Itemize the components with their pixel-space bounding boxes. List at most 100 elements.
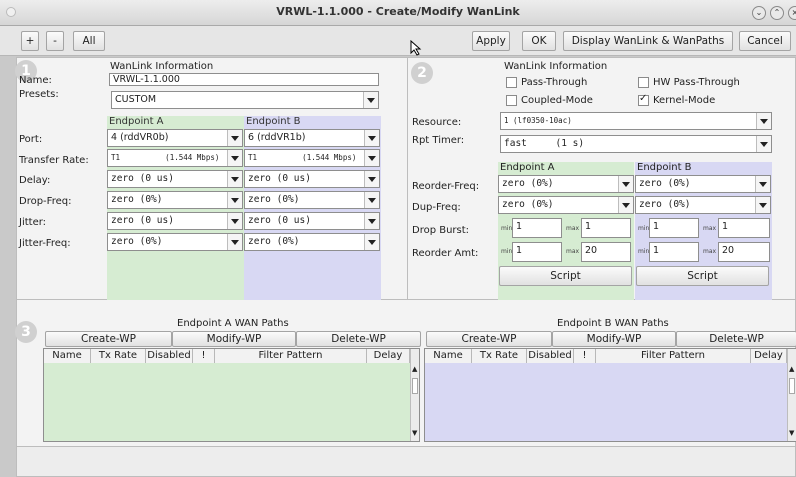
chevron-down-icon	[227, 213, 242, 229]
col-filter-pattern[interactable]: Filter Pattern	[596, 349, 751, 363]
maximize-icon[interactable]: ⌃	[770, 6, 784, 20]
col-disabled[interactable]: Disabled	[527, 349, 574, 363]
chevron-down-icon	[364, 192, 379, 208]
endpoint-b-wan-paths-table[interactable]: Name Tx Rate Disabled ! Filter Pattern D…	[424, 348, 796, 442]
chevron-down-icon	[755, 176, 770, 192]
transfer-rate-b-select[interactable]: T1 (1.544 Mbps)	[244, 149, 380, 167]
port-a-value: 4 (rddVR0b)	[111, 132, 169, 143]
col-tx-rate[interactable]: Tx Rate	[472, 349, 527, 363]
hw-pass-through-checkbox[interactable]	[638, 77, 649, 88]
chevron-down-icon	[364, 130, 379, 146]
chevron-down-icon	[756, 113, 771, 129]
scroll-thumb[interactable]	[789, 378, 795, 394]
pass-through-checkbox[interactable]	[506, 77, 517, 88]
scroll-thumb[interactable]	[412, 378, 418, 394]
presets-value: CUSTOM	[115, 94, 157, 105]
col-bang[interactable]: !	[574, 349, 596, 363]
col-bang[interactable]: !	[193, 349, 215, 363]
jitter-freq-b-select[interactable]: zero (0%)	[244, 233, 380, 251]
reorder-amt-a-min[interactable]: 1	[512, 242, 562, 262]
cancel-button[interactable]: Cancel	[739, 31, 791, 51]
presets-select[interactable]: CUSTOM	[111, 91, 379, 109]
remove-button[interactable]: -	[46, 31, 64, 51]
script-b-button[interactable]: Script	[636, 266, 769, 286]
min-label: min	[501, 248, 513, 255]
create-wp-b-button[interactable]: Create-WP	[426, 331, 552, 347]
delay-b-select[interactable]: zero (0 us)	[244, 170, 380, 188]
resource-select[interactable]: 1 (lf0350-10ac)	[500, 112, 772, 130]
apply-button[interactable]: Apply	[472, 31, 510, 51]
port-a-select[interactable]: 4 (rddVR0b)	[107, 129, 243, 147]
rpt-timer-select[interactable]: fast (1 s)	[500, 135, 772, 153]
reorder-freq-a-select[interactable]: zero (0%)	[498, 175, 634, 193]
name-field[interactable]: VRWL-1.1.000	[109, 73, 379, 86]
col-delay[interactable]: Delay	[367, 349, 410, 363]
col-name[interactable]: Name	[425, 349, 472, 363]
drop-burst-a-min[interactable]: 1	[512, 218, 562, 238]
endpoint-a-wan-paths-table[interactable]: Name Tx Rate Disabled ! Filter Pattern D…	[43, 348, 420, 442]
reorder-freq-b-select[interactable]: zero (0%)	[635, 175, 771, 193]
name-label: Name:	[19, 75, 52, 86]
drop-burst-b-max[interactable]: 1	[718, 218, 770, 238]
reorder-amt-b-min[interactable]: 1	[649, 242, 699, 262]
col-name[interactable]: Name	[44, 349, 91, 363]
jitter-a-select[interactable]: zero (0 us)	[107, 212, 243, 230]
min-label: min	[638, 225, 650, 232]
close-icon[interactable]: ×	[788, 6, 796, 20]
col-delay[interactable]: Delay	[751, 349, 787, 363]
transfer-rate-a-select[interactable]: T1 (1.544 Mbps)	[107, 149, 243, 167]
delete-wp-b-button[interactable]: Delete-WP	[676, 331, 796, 347]
chevron-down-icon	[364, 171, 379, 187]
col-disabled[interactable]: Disabled	[146, 349, 193, 363]
display-wanlink-wanpaths-button[interactable]: Display WanLink & WanPaths	[563, 31, 733, 51]
scroll-down-icon[interactable]: ▼	[789, 429, 794, 437]
all-button[interactable]: All	[73, 31, 105, 51]
chevron-down-icon	[227, 150, 242, 166]
scrollbar-a[interactable]: ▲ ▼	[410, 349, 419, 441]
presets-label: Presets:	[19, 89, 59, 100]
drop-burst-b-min[interactable]: 1	[649, 218, 699, 238]
scroll-up-icon[interactable]: ▲	[412, 365, 417, 373]
script-a-button[interactable]: Script	[499, 266, 632, 286]
dup-freq-b-value: zero (0%)	[639, 199, 691, 210]
ok-button[interactable]: OK	[522, 31, 556, 51]
scroll-down-icon[interactable]: ▼	[412, 429, 417, 437]
drop-freq-a-select[interactable]: zero (0%)	[107, 191, 243, 209]
dup-freq-a-select[interactable]: zero (0%)	[498, 196, 634, 214]
col-tx-rate[interactable]: Tx Rate	[91, 349, 146, 363]
wanlink-info-header-2: WanLink Information	[504, 61, 608, 72]
col-filter-pattern[interactable]: Filter Pattern	[215, 349, 367, 363]
jitter-b-select[interactable]: zero (0 us)	[244, 212, 380, 230]
delay-a-select[interactable]: zero (0 us)	[107, 170, 243, 188]
create-wp-a-button[interactable]: Create-WP	[45, 331, 172, 347]
scroll-up-icon[interactable]: ▲	[789, 365, 794, 373]
drop-freq-b-select[interactable]: zero (0%)	[244, 191, 380, 209]
reorder-amt-a-max[interactable]: 20	[581, 242, 631, 262]
coupled-mode-checkbox[interactable]	[506, 95, 517, 106]
minimize-icon[interactable]: ⌄	[752, 6, 766, 20]
jitter-freq-a-select[interactable]: zero (0%)	[107, 233, 243, 251]
delete-wp-a-button[interactable]: Delete-WP	[296, 331, 421, 347]
endpoint-a-header: Endpoint A	[109, 116, 164, 127]
transfer-rate-b-value: T1 (1.544 Mbps)	[248, 153, 357, 162]
jitter-freq-a-value: zero (0%)	[111, 236, 163, 247]
modify-wp-b-button[interactable]: Modify-WP	[552, 331, 676, 347]
kernel-mode-checkbox[interactable]	[638, 93, 649, 106]
window-title: VRWL-1.1.000 - Create/Modify WanLink	[276, 5, 520, 18]
jitter-a-value: zero (0 us)	[111, 215, 174, 226]
resource-value: 1 (lf0350-10ac)	[504, 116, 572, 125]
chevron-down-icon	[363, 92, 378, 108]
port-b-select[interactable]: 6 (rddVR1b)	[244, 129, 380, 147]
scrollbar-b[interactable]: ▲ ▼	[787, 349, 796, 441]
add-button[interactable]: +	[21, 31, 39, 51]
transfer-rate-label: Transfer Rate:	[19, 155, 89, 166]
modify-wp-a-button[interactable]: Modify-WP	[172, 331, 296, 347]
min-label: min	[638, 248, 650, 255]
dup-freq-b-select[interactable]: zero (0%)	[635, 196, 771, 214]
drop-burst-a-max[interactable]: 1	[581, 218, 631, 238]
reorder-amt-b-max[interactable]: 20	[718, 242, 770, 262]
window-menu-icon[interactable]	[6, 7, 16, 17]
table-header: Name Tx Rate Disabled ! Filter Pattern D…	[44, 349, 410, 363]
drop-burst-label: Drop Burst:	[412, 225, 470, 236]
chevron-down-icon	[756, 136, 771, 152]
